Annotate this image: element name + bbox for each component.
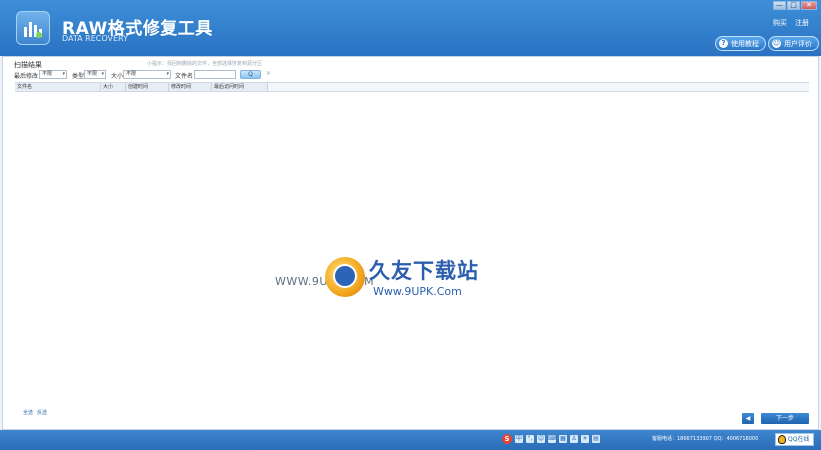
- ime-keyboard-icon[interactable]: ⌨: [548, 435, 557, 443]
- size-filter-value: 不限: [126, 71, 137, 77]
- watermark-cn-text: 久友下载站: [369, 259, 479, 283]
- date-filter-label: 最后修改: [14, 73, 39, 80]
- ime-skin-icon[interactable]: ♙: [570, 435, 578, 443]
- column-header-filename[interactable]: 文件名: [15, 83, 101, 91]
- window-controls: — □ ✕: [773, 1, 817, 10]
- ime-settings-icon[interactable]: ☀: [581, 435, 589, 443]
- column-header-size[interactable]: 大小: [101, 83, 126, 91]
- user-icon: ☺: [772, 39, 781, 48]
- file-table-header: 文件名 大小 创建时间 修改时间 最后访问时间: [15, 82, 809, 92]
- search-button[interactable]: Q: [240, 70, 261, 79]
- ime-toolbox-icon[interactable]: ▦: [559, 435, 567, 443]
- type-filter-value: 不限: [87, 71, 98, 77]
- app-subtitle: DATA RECOVERY: [62, 34, 128, 43]
- sogou-ime-icon[interactable]: S: [502, 434, 512, 444]
- filename-label: 文件名: [175, 73, 194, 80]
- invert-selection-link[interactable]: 反选: [37, 409, 47, 416]
- date-filter-value: 不限: [42, 71, 53, 77]
- ime-punctuation-icon[interactable]: °,: [526, 435, 534, 443]
- app-window: RAW格式修复工具 DATA RECOVERY — □ ✕ 购买 注册 ? 使用…: [0, 0, 821, 450]
- scan-results-panel: 扫描结果 小提示：找回到删除的文件，全部选择恢复到源分区 最后修改 不限 ▾ 类型…: [2, 56, 819, 430]
- ime-chinese-icon[interactable]: 中: [515, 435, 523, 443]
- section-title: 扫描结果: [14, 61, 42, 69]
- column-header-filler: [268, 83, 809, 91]
- app-logo-icon: [16, 11, 50, 45]
- tutorial-label: 使用教程: [731, 39, 759, 48]
- selection-links: 全选 反选: [23, 409, 47, 416]
- help-icon: ?: [719, 39, 728, 48]
- hint-text: 小提示：找回到删除的文件，全部选择恢复到源分区: [147, 61, 263, 67]
- register-link[interactable]: 注册: [795, 18, 809, 28]
- qq-penguin-icon: [778, 435, 786, 444]
- maximize-button[interactable]: □: [787, 1, 800, 10]
- search-icon: Q: [248, 71, 253, 78]
- chevron-down-icon: ▾: [166, 71, 169, 77]
- column-header-accessed[interactable]: 最后访问时间: [212, 83, 268, 91]
- tutorial-button[interactable]: ? 使用教程: [715, 36, 766, 51]
- column-header-created[interactable]: 创建时间: [126, 83, 169, 91]
- status-bar: S 中 °, ☺ ⌨ ▦ ♙ ☀ ▤ 客服电话：18667133907 QQ：4…: [0, 430, 821, 450]
- select-all-link[interactable]: 全选: [23, 409, 33, 416]
- ime-menu-icon[interactable]: ▤: [592, 435, 600, 443]
- buy-link[interactable]: 购买: [773, 18, 787, 28]
- close-button[interactable]: ✕: [801, 1, 817, 10]
- watermark-logo-icon: [325, 257, 365, 297]
- back-button[interactable]: ◀: [742, 413, 754, 424]
- date-filter-select[interactable]: 不限 ▾: [39, 70, 67, 79]
- qq-online-label: QQ在线: [788, 436, 810, 443]
- back-arrow-icon: ◀: [745, 415, 751, 422]
- size-filter-label: 大小: [111, 73, 124, 80]
- ime-tray: S 中 °, ☺ ⌨ ▦ ♙ ☀ ▤: [502, 434, 600, 444]
- filename-input[interactable]: [194, 70, 236, 79]
- column-header-modified[interactable]: 修改时间: [169, 83, 212, 91]
- service-hotline: 客服电话：18667133907 QQ：4006718000: [652, 436, 759, 442]
- chevron-down-icon: ▾: [101, 71, 104, 77]
- review-label: 用户评价: [784, 39, 812, 48]
- watermark: WWW.9UPK.COM 久友下载站 Www.9UPK.Com: [273, 249, 513, 309]
- size-filter-select[interactable]: 不限 ▾: [123, 70, 171, 79]
- next-button[interactable]: 下一步: [761, 413, 809, 424]
- qq-online-button[interactable]: QQ在线: [775, 433, 814, 446]
- clear-icon[interactable]: ✕: [266, 70, 271, 77]
- header-links: 购买 注册: [773, 18, 809, 28]
- ime-emoji-icon[interactable]: ☺: [537, 435, 545, 443]
- watermark-logo-inner: [333, 264, 357, 288]
- minimize-button[interactable]: —: [773, 1, 786, 10]
- watermark-url: Www.9UPK.Com: [373, 285, 462, 298]
- review-button[interactable]: ☺ 用户评价: [768, 36, 819, 51]
- type-filter-select[interactable]: 不限 ▾: [84, 70, 106, 79]
- chevron-down-icon: ▾: [62, 71, 65, 77]
- type-filter-label: 类型: [72, 73, 85, 80]
- app-header: RAW格式修复工具 DATA RECOVERY — □ ✕ 购买 注册 ? 使用…: [0, 0, 821, 56]
